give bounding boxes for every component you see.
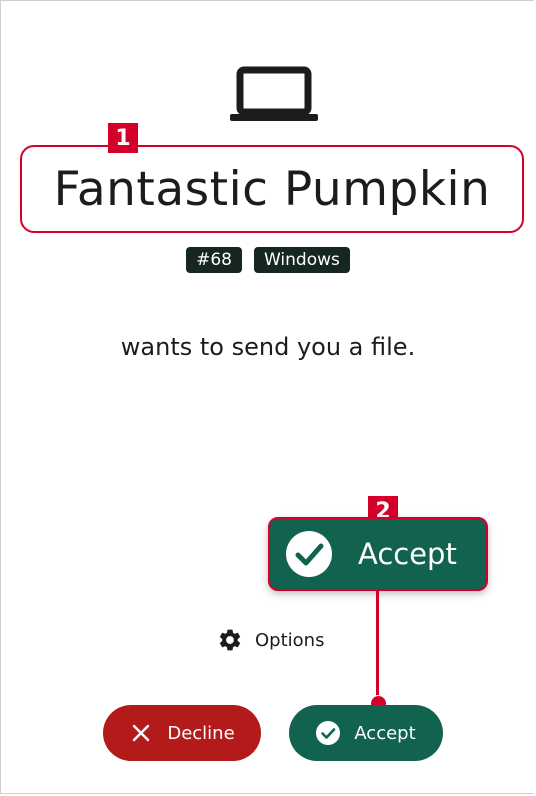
check-circle-icon [286,531,332,577]
decline-label: Decline [167,722,235,744]
gear-icon [219,629,241,651]
device-tags: #68 Windows [0,247,536,273]
accept-button[interactable]: Accept [289,705,443,761]
check-circle-icon [316,721,341,745]
device-name: Fantastic Pumpkin [53,161,491,217]
decline-button[interactable]: Decline [103,705,261,761]
accept-label: Accept [354,722,416,744]
callout-connector-line [376,590,379,700]
close-icon [133,724,150,742]
request-message: wants to send you a file. [120,333,416,361]
laptop-icon [230,66,318,121]
zoomed-accept-label: Accept [358,537,457,571]
device-id-tag: #68 [186,247,242,273]
zoomed-accept-button: Accept [268,517,488,591]
device-os-tag: Windows [254,247,350,273]
device-name-highlight: Fantastic Pumpkin [20,145,524,233]
options-label: Options [255,629,325,651]
options-button[interactable]: Options [217,625,324,655]
